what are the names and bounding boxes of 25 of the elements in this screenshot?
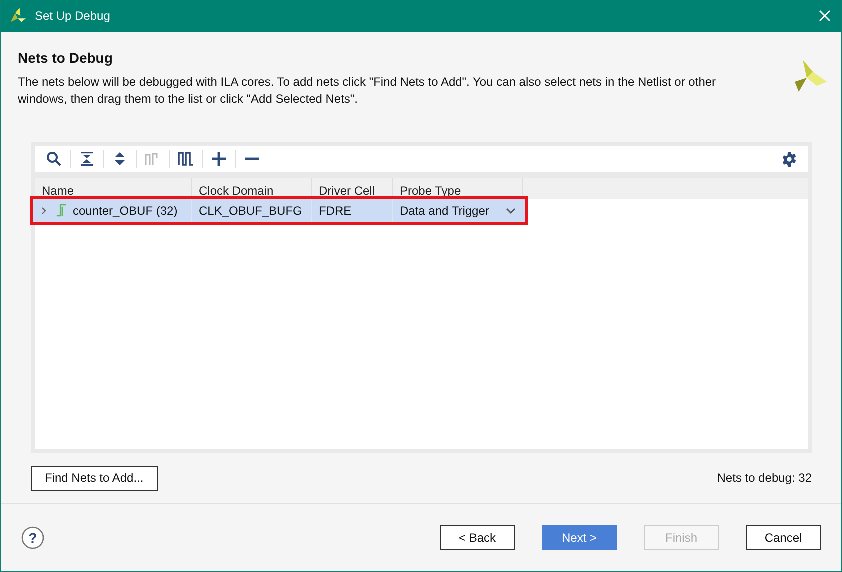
table-row[interactable]: counter_OBUF (32) CLK_OBUF_BUFG FDRE Data and Trigger (33, 199, 525, 222)
description-text: The nets below will be debugged with ILA cores. To add nets click "Find Nets to Add". You can also select nets in the Netlist or other windows, then drag them to the list or click "Add Selected Nets". (18, 74, 718, 108)
chevron-right-icon[interactable] (40, 206, 48, 214)
table-cell: CLK_OBUF_BUFG (192, 199, 312, 222)
logo-icon (9, 8, 27, 24)
next-button[interactable]: Next > (542, 525, 617, 550)
nets-count: Nets to debug: 32 (717, 471, 812, 485)
search-icon[interactable] (46, 151, 62, 167)
back-button[interactable]: < Back (440, 525, 515, 550)
net-name: counter_OBUF (32) (73, 204, 178, 218)
page-title: Nets to Debug (18, 50, 114, 66)
window-title: Set Up Debug (35, 9, 112, 23)
table-cell: FDRE (312, 199, 393, 222)
cancel-button[interactable]: Cancel (746, 525, 821, 550)
help-icon[interactable]: ? (21, 526, 45, 550)
collapse-all-icon[interactable] (79, 151, 95, 167)
logo-icon (793, 60, 827, 92)
close-icon[interactable] (819, 10, 831, 22)
plus-icon[interactable] (211, 151, 227, 167)
waveform-icon[interactable] (178, 151, 194, 167)
settings-icon[interactable] (782, 152, 797, 166)
caret-icon[interactable] (506, 208, 516, 214)
probe-type-dropdown[interactable]: Data and Trigger (400, 204, 490, 218)
find-nets-button[interactable]: Find Nets to Add... (31, 466, 158, 490)
bus-icon (56, 204, 67, 217)
